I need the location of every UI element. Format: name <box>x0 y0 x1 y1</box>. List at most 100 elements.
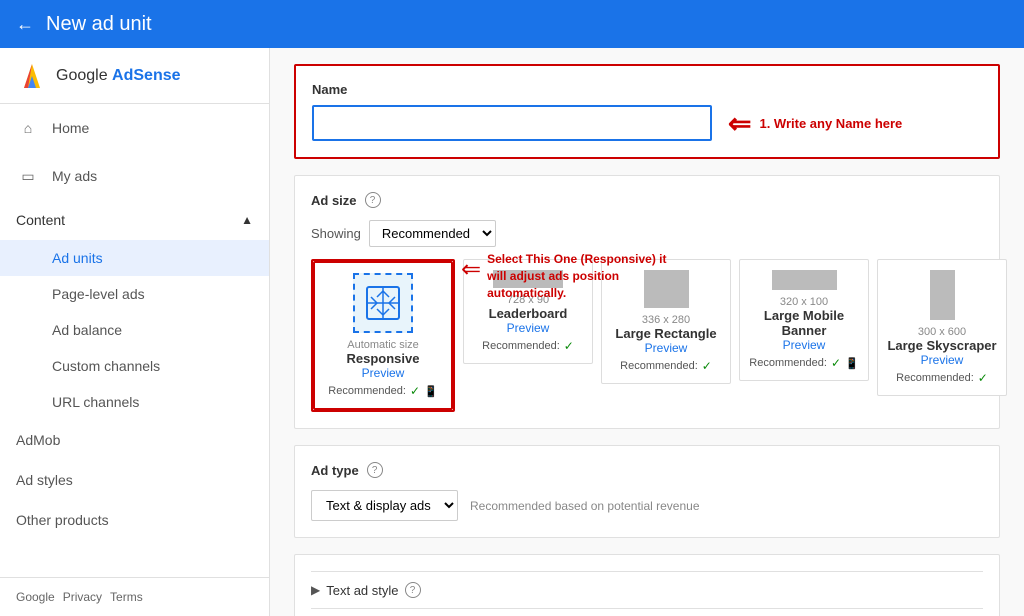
sidebar-item-url-channels[interactable]: URL channels <box>0 384 269 420</box>
ad-type-select[interactable]: Text & display ads <box>311 490 458 521</box>
arrow-left-icon: ⇐ <box>728 107 751 140</box>
text-ad-style-label: Text ad style <box>326 583 398 598</box>
large-mobile-banner-preview-link[interactable]: Preview <box>783 338 826 352</box>
name-input[interactable] <box>312 105 712 141</box>
ad-type-row: Text & display ads Recommended based on … <box>311 490 983 521</box>
large-mobile-banner-preview-img <box>772 270 837 290</box>
ad-size-card-responsive[interactable]: Automatic size Responsive Preview Recomm… <box>313 261 453 410</box>
name-section: Name ⇐ 1. Write any Name here <box>294 64 1000 159</box>
sidebar-item-admob[interactable]: AdMob <box>0 420 269 460</box>
large-rectangle-size-label: 336 x 280 <box>642 314 690 326</box>
text-ad-style-collapsible[interactable]: ▶ Text ad style ? <box>311 571 983 608</box>
sidebar-item-my-ads-label: My ads <box>52 168 97 184</box>
sidebar-item-my-ads[interactable]: ▭ My ads <box>0 152 269 200</box>
large-rectangle-recommended: Recommended: ✓ <box>620 359 712 373</box>
recommended-label-leaderboard: Recommended: <box>482 340 560 352</box>
logo-text: Google AdSense <box>56 67 181 85</box>
large-rectangle-preview-link[interactable]: Preview <box>645 341 688 355</box>
responsive-icon <box>363 283 403 323</box>
large-skyscraper-preview-img <box>930 270 955 320</box>
main-content: Name ⇐ 1. Write any Name here Ad size ? … <box>270 48 1024 616</box>
name-input-wrapper: ⇐ 1. Write any Name here <box>312 105 982 141</box>
large-rectangle-name: Large Rectangle <box>615 326 716 341</box>
back-button[interactable]: ← <box>16 14 34 35</box>
page-header: ← New ad unit <box>0 0 1024 48</box>
large-mobile-banner-recommended: Recommended: ✓ 📱 <box>749 356 858 370</box>
footer-terms-link[interactable]: Terms <box>110 590 143 604</box>
chevron-right-icon-text-ad: ▶ <box>311 583 320 597</box>
responsive-preview-box <box>353 273 413 333</box>
responsive-card-wrapper: Automatic size Responsive Preview Recomm… <box>311 259 455 412</box>
sidebar-item-custom-channels[interactable]: Custom channels <box>0 348 269 384</box>
sidebar-content-label: Content <box>16 212 65 228</box>
sidebar-item-content[interactable]: Content ▲ <box>0 200 269 240</box>
filter-select[interactable]: Recommended <box>369 220 496 247</box>
ad-size-label: Ad size <box>311 193 357 208</box>
large-skyscraper-recommended: Recommended: ✓ <box>896 371 988 385</box>
large-skyscraper-size-label: 300 x 600 <box>918 326 966 338</box>
mobile-icon-large-mobile: 📱 <box>845 357 859 370</box>
text-ad-style-help-icon[interactable]: ? <box>405 582 421 598</box>
large-skyscraper-name: Large Skyscraper <box>887 338 996 353</box>
responsive-name: Responsive <box>347 351 420 366</box>
sidebar-ad-styles-label: Ad styles <box>16 472 73 488</box>
ad-size-header: Ad size ? <box>311 192 983 208</box>
sidebar-item-home[interactable]: ⌂ Home <box>0 104 269 152</box>
ad-type-section: Ad type ? Text & display ads Recommended… <box>294 445 1000 538</box>
ad-type-hint: Recommended based on potential revenue <box>470 499 700 513</box>
recommended-label-large-rect: Recommended: <box>620 360 698 372</box>
sidebar-other-products-label: Other products <box>16 512 109 528</box>
annotation-arrow-right: ⇐ <box>461 255 481 284</box>
responsive-annotation-text: Select This One (Responsive) it will adj… <box>487 251 687 301</box>
sidebar-admob-label: AdMob <box>16 432 60 448</box>
collapsibles-section: ▶ Text ad style ? ▶ Custom channels ? Fi… <box>294 554 1000 616</box>
sidebar-item-ad-units[interactable]: Ad units <box>0 240 269 276</box>
footer-privacy-link[interactable]: Privacy <box>63 590 102 604</box>
recommended-label-responsive: Recommended: <box>328 385 406 397</box>
filter-bar: Showing Recommended <box>311 220 983 247</box>
ad-size-card-large-mobile-banner[interactable]: 320 x 100 Large Mobile Banner Preview Re… <box>739 259 869 381</box>
filter-label: Showing <box>311 226 361 241</box>
sidebar-item-ad-styles[interactable]: Ad styles <box>0 460 269 500</box>
home-icon: ⌂ <box>16 116 40 140</box>
name-annotation: ⇐ 1. Write any Name here <box>728 107 902 140</box>
sidebar-item-ad-balance[interactable]: Ad balance <box>0 312 269 348</box>
sidebar-item-other-products[interactable]: Other products <box>0 500 269 540</box>
ad-size-card-large-skyscraper[interactable]: 300 x 600 Large Skyscraper Preview Recom… <box>877 259 1007 396</box>
name-label: Name <box>312 82 982 97</box>
custom-channels-collapsible[interactable]: ▶ Custom channels ? <box>311 608 983 616</box>
recommended-label-skyscraper: Recommended: <box>896 372 974 384</box>
large-skyscraper-preview-link[interactable]: Preview <box>921 353 964 367</box>
adsense-logo-icon <box>16 60 48 92</box>
responsive-recommended: Recommended: ✓ 📱 <box>328 384 437 398</box>
check-icon-responsive: ✓ <box>410 384 420 398</box>
responsive-annotation: ⇐ Select This One (Responsive) it will a… <box>461 251 687 301</box>
page-title: New ad unit <box>46 13 152 36</box>
check-icon-large-mobile: ✓ <box>831 356 841 370</box>
ad-type-help-icon[interactable]: ? <box>367 462 383 478</box>
leaderboard-name: Leaderboard <box>489 306 568 321</box>
check-icon-skyscraper: ✓ <box>978 371 988 385</box>
large-mobile-banner-size-label: 320 x 100 <box>780 296 828 308</box>
check-icon-large-rect: ✓ <box>702 359 712 373</box>
sidebar-item-page-level-ads[interactable]: Page-level ads <box>0 276 269 312</box>
ad-type-label: Ad type <box>311 463 359 478</box>
ad-type-header: Ad type ? <box>311 462 983 478</box>
chevron-up-icon: ▲ <box>241 213 253 227</box>
my-ads-icon: ▭ <box>16 164 40 188</box>
footer-google-link[interactable]: Google <box>16 590 55 604</box>
responsive-size-label: Automatic size <box>347 339 419 351</box>
ad-size-section: Ad size ? Showing Recommended ⇐ Select T… <box>294 175 1000 429</box>
check-icon-leaderboard: ✓ <box>564 339 574 353</box>
sidebar-footer: Google Privacy Terms <box>0 577 269 616</box>
ad-size-help-icon[interactable]: ? <box>365 192 381 208</box>
mobile-icon-responsive: 📱 <box>424 385 438 398</box>
leaderboard-preview-link[interactable]: Preview <box>507 321 550 335</box>
sidebar: Google AdSense ⌂ Home ▭ My ads Content ▲… <box>0 48 270 616</box>
logo-area: Google AdSense <box>0 48 269 104</box>
responsive-preview-link[interactable]: Preview <box>362 366 405 380</box>
recommended-label-large-mobile: Recommended: <box>749 357 827 369</box>
leaderboard-recommended: Recommended: ✓ <box>482 339 574 353</box>
sidebar-item-home-label: Home <box>52 120 89 136</box>
name-annotation-text: 1. Write any Name here <box>759 116 902 131</box>
